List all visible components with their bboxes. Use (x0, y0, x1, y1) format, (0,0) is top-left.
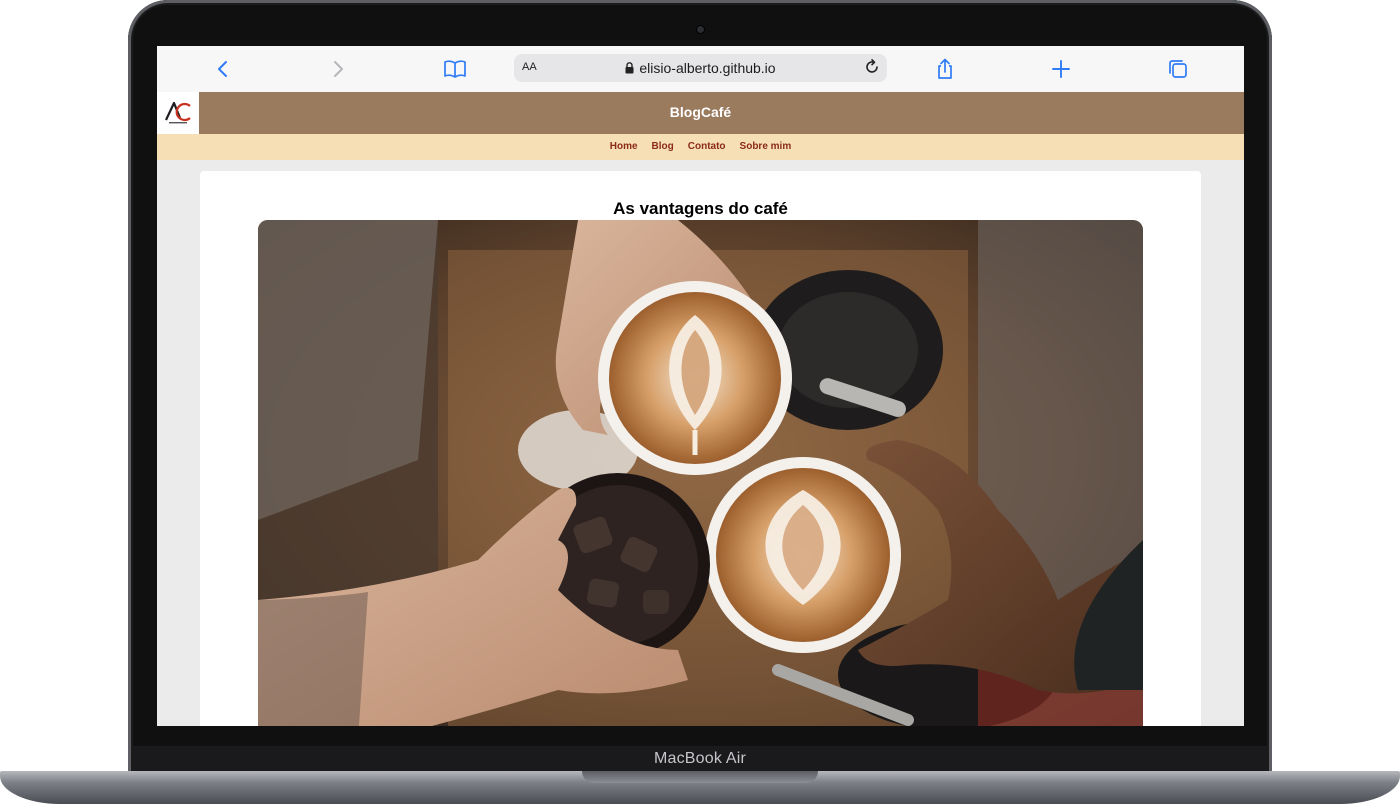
nav-home[interactable]: Home (610, 134, 638, 160)
bookmarks-button[interactable] (442, 57, 468, 81)
post-title: As vantagens do café (613, 199, 788, 218)
nav-sobre-mim[interactable]: Sobre mim (740, 134, 792, 160)
lock-icon (625, 62, 634, 74)
address-bar[interactable]: AA elisio-alberto.github.io (514, 54, 887, 82)
post-hero-image (258, 220, 1143, 726)
share-button[interactable] (932, 57, 958, 81)
forward-button[interactable] (325, 57, 351, 81)
reload-button[interactable] (863, 58, 881, 81)
tabs-overview-button[interactable] (1165, 57, 1191, 81)
site-title: BlogCafé (669, 104, 732, 120)
back-icon (218, 61, 227, 77)
screen: AA elisio-alberto.github.io BlogCafé Hom… (157, 46, 1244, 726)
webcam (697, 26, 704, 33)
new-tab-button[interactable] (1048, 57, 1074, 81)
new-tab-icon (1052, 60, 1070, 78)
share-icon (938, 58, 952, 79)
model-label: MacBook Air (653, 750, 746, 767)
browser-toolbar: AA elisio-alberto.github.io (157, 46, 1244, 93)
laptop-opening-notch (582, 771, 818, 783)
tabs-icon (1169, 60, 1187, 78)
site-header: BlogCafé (157, 92, 1244, 134)
reload-icon (866, 59, 878, 73)
nav-blog[interactable]: Blog (652, 134, 674, 160)
bookmarks-icon (444, 60, 466, 78)
site-nav: Home Blog Contato Sobre mim (157, 134, 1244, 160)
coffee-cups-illustration (258, 220, 1143, 726)
nav-contato[interactable]: Contato (688, 134, 726, 160)
url-text: elisio-alberto.github.io (639, 60, 776, 76)
forward-icon (334, 61, 343, 77)
post-card: As vantagens do café (200, 171, 1201, 726)
back-button[interactable] (210, 57, 236, 81)
